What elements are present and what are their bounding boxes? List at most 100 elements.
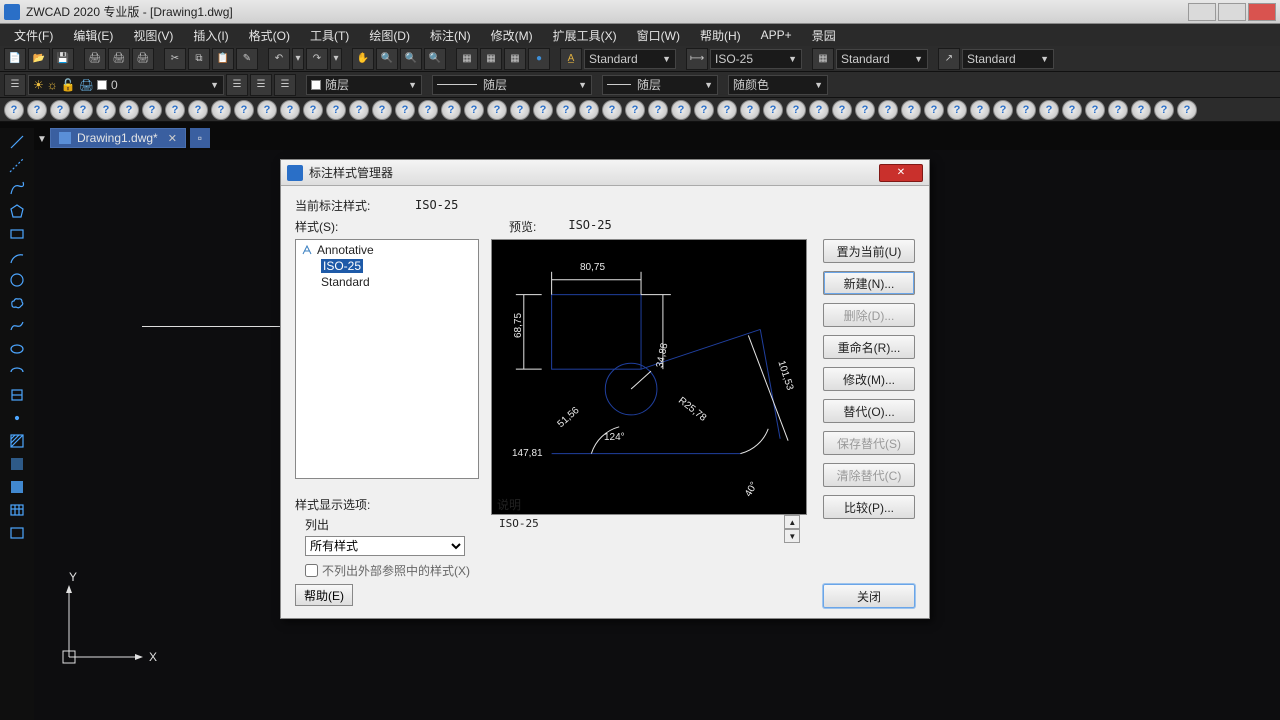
clear-override-button[interactable]: 清除替代(C) xyxy=(823,463,915,487)
design-center-icon[interactable]: ▦ xyxy=(480,48,502,70)
point-icon[interactable] xyxy=(7,408,27,428)
help-bubble-icon[interactable]: ? xyxy=(349,100,369,120)
menu-help[interactable]: 帮助(H) xyxy=(690,24,751,47)
help-bubble-icon[interactable]: ? xyxy=(142,100,162,120)
close-button[interactable] xyxy=(1248,3,1276,21)
menu-insert[interactable]: 插入(I) xyxy=(183,24,238,47)
help-bubble-icon[interactable]: ? xyxy=(4,100,24,120)
new-tab-button[interactable]: ▫ xyxy=(190,128,210,148)
print-icon[interactable]: 🖨 xyxy=(84,48,106,70)
help-bubble-icon[interactable]: ? xyxy=(211,100,231,120)
maximize-button[interactable] xyxy=(1218,3,1246,21)
list-filter-dropdown[interactable]: 所有样式 xyxy=(305,536,465,556)
document-tab[interactable]: Drawing1.dwg* ✕ xyxy=(50,128,186,148)
open-icon[interactable]: 📂 xyxy=(28,48,50,70)
cut-icon[interactable]: ✂ xyxy=(164,48,186,70)
help-bubble-icon[interactable]: ? xyxy=(1085,100,1105,120)
help-bubble-icon[interactable]: ? xyxy=(579,100,599,120)
help-bubble-icon[interactable]: ? xyxy=(855,100,875,120)
help-bubble-icon[interactable]: ? xyxy=(73,100,93,120)
help-bubble-icon[interactable]: ? xyxy=(418,100,438,120)
menu-landscape[interactable]: 景园 xyxy=(802,24,846,47)
undo-icon[interactable]: ↶ xyxy=(268,48,290,70)
help-bubble-icon[interactable]: ? xyxy=(165,100,185,120)
help-bubble-icon[interactable]: ? xyxy=(464,100,484,120)
layer-states-icon[interactable]: ☰ xyxy=(250,74,272,96)
help-bubble-icon[interactable]: ? xyxy=(234,100,254,120)
paste-icon[interactable]: 📋 xyxy=(212,48,234,70)
help-bubble-icon[interactable]: ? xyxy=(717,100,737,120)
save-icon[interactable]: 💾 xyxy=(52,48,74,70)
mlstyle-icon[interactable]: ↗ xyxy=(938,48,960,70)
revision-cloud-icon[interactable] xyxy=(7,293,27,313)
styles-listbox[interactable]: Annotative ISO-25 Standard xyxy=(295,239,479,479)
help-bubble-icon[interactable]: ? xyxy=(648,100,668,120)
layer-manager-icon[interactable]: ☰ xyxy=(4,74,26,96)
style-item-annotative[interactable]: Annotative xyxy=(298,242,476,258)
compare-button[interactable]: 比较(P)... xyxy=(823,495,915,519)
menu-window[interactable]: 窗口(W) xyxy=(627,24,690,47)
tablestyle-icon[interactable]: ▦ xyxy=(812,48,834,70)
help-bubble-icon[interactable]: ? xyxy=(878,100,898,120)
help-bubble-icon[interactable]: ? xyxy=(119,100,139,120)
modify-button[interactable]: 修改(M)... xyxy=(823,367,915,391)
minimize-button[interactable] xyxy=(1188,3,1216,21)
help-bubble-icon[interactable]: ? xyxy=(1131,100,1151,120)
help-button[interactable]: 帮助(E) xyxy=(295,584,353,606)
help-bubble-icon[interactable]: ? xyxy=(924,100,944,120)
new-icon[interactable]: 📄 xyxy=(4,48,26,70)
zoom-realtime-icon[interactable]: 🔍 xyxy=(376,48,398,70)
ellipse-icon[interactable] xyxy=(7,339,27,359)
help-bubble-icon[interactable]: ? xyxy=(809,100,829,120)
help-bubble-icon[interactable]: ? xyxy=(1016,100,1036,120)
mlstyle-dropdown[interactable]: Standard▼ xyxy=(962,49,1054,69)
help-bubble-icon[interactable]: ? xyxy=(257,100,277,120)
help-bubble-icon[interactable]: ? xyxy=(671,100,691,120)
construction-line-icon[interactable] xyxy=(7,155,27,175)
text-icon[interactable] xyxy=(7,523,27,543)
help-bubble-icon[interactable]: ? xyxy=(441,100,461,120)
pan-icon[interactable]: ✋ xyxy=(352,48,374,70)
help-bubble-icon[interactable]: ? xyxy=(533,100,553,120)
menu-tools[interactable]: 工具(T) xyxy=(300,24,359,47)
close-tab-icon[interactable]: ✕ xyxy=(168,132,177,145)
help-bubble-icon[interactable]: ? xyxy=(188,100,208,120)
save-override-button[interactable]: 保存替代(S) xyxy=(823,431,915,455)
hatch-icon[interactable] xyxy=(7,431,27,451)
menu-format[interactable]: 格式(O) xyxy=(239,24,300,47)
rectangle-icon[interactable] xyxy=(7,224,27,244)
help-bubble-icon[interactable]: ? xyxy=(556,100,576,120)
match-icon[interactable]: ✎ xyxy=(236,48,258,70)
zoom-window-icon[interactable]: 🔍 xyxy=(400,48,422,70)
help-bubble-icon[interactable]: ? xyxy=(326,100,346,120)
region-icon[interactable] xyxy=(7,477,27,497)
menu-view[interactable]: 视图(V) xyxy=(123,24,183,47)
tab-collapse-icon[interactable]: ▼ xyxy=(34,128,50,150)
layer-dropdown[interactable]: ☀☼🔓🖨 0▼ xyxy=(28,75,224,95)
print-preview-icon[interactable]: 🖨 xyxy=(108,48,130,70)
tool-palette-icon[interactable]: ▦ xyxy=(504,48,526,70)
help-bubble-icon[interactable]: ? xyxy=(280,100,300,120)
redo-icon[interactable]: ↷ xyxy=(306,48,328,70)
polygon-icon[interactable] xyxy=(7,201,27,221)
help-bubble-icon[interactable]: ? xyxy=(1154,100,1174,120)
ellipse-arc-icon[interactable] xyxy=(7,362,27,382)
dimstyle-dropdown[interactable]: ISO-25▼ xyxy=(710,49,802,69)
exclude-xref-checkbox[interactable]: 不列出外部参照中的样式(X) xyxy=(305,562,495,579)
help-bubble-icon[interactable]: ? xyxy=(1039,100,1059,120)
linetype-dropdown[interactable]: 随层▼ xyxy=(432,75,592,95)
help-bubble-icon[interactable]: ? xyxy=(993,100,1013,120)
color-dropdown[interactable]: 随层▼ xyxy=(306,75,422,95)
style-item-standard[interactable]: Standard xyxy=(298,274,476,290)
plotstyle-dropdown[interactable]: 随颜色▼ xyxy=(728,75,828,95)
dialog-titlebar[interactable]: 标注样式管理器 ✕ xyxy=(281,160,929,186)
help-bubble-icon[interactable]: ? xyxy=(487,100,507,120)
gradient-icon[interactable] xyxy=(7,454,27,474)
copy-icon[interactable]: ⧉ xyxy=(188,48,210,70)
properties-icon[interactable]: ▦ xyxy=(456,48,478,70)
dimstyle-icon[interactable]: ⟼ xyxy=(686,48,708,70)
circle-icon[interactable] xyxy=(7,270,27,290)
help-bubble-icon[interactable]: ? xyxy=(625,100,645,120)
help-bubble-icon[interactable]: ? xyxy=(970,100,990,120)
menu-dimension[interactable]: 标注(N) xyxy=(420,24,481,47)
